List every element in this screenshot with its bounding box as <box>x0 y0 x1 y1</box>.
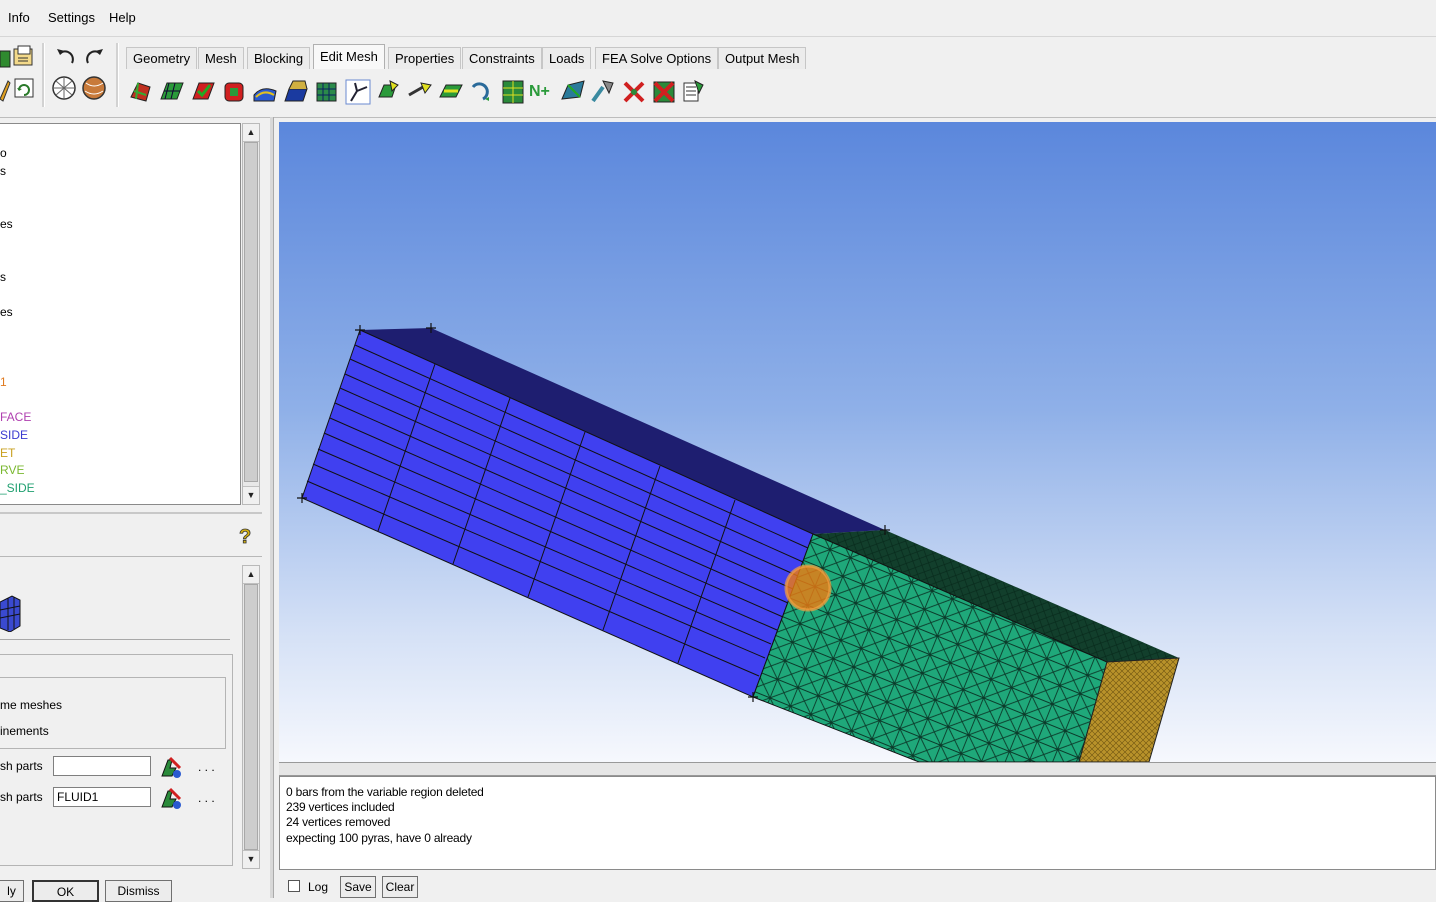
mesh-parts-input-2[interactable]: FLUID1 <box>53 787 151 807</box>
checkbox-group <box>0 677 226 749</box>
viewport-splitter[interactable] <box>279 762 1436 776</box>
tab-loads[interactable]: Loads <box>542 47 592 69</box>
ellipsis-button-2[interactable]: . . . <box>198 791 215 805</box>
tree-item-part[interactable]: SIDE <box>0 428 28 442</box>
clear-log-button[interactable]: Clear <box>382 876 418 898</box>
tab-blocking[interactable]: Blocking <box>247 47 311 69</box>
reorient-mesh-icon[interactable] <box>591 77 617 105</box>
splitter[interactable] <box>270 117 274 898</box>
select-parts-icon[interactable] <box>158 785 184 811</box>
svg-text:N+: N+ <box>529 83 550 100</box>
refresh-icon[interactable] <box>12 76 38 102</box>
edit-distribution-icon[interactable] <box>681 77 707 105</box>
save-log-button[interactable]: Save <box>340 876 376 898</box>
separator-line <box>0 639 230 640</box>
panel-divider <box>0 556 262 557</box>
tree-scrollbar[interactable]: ▲ ▼ <box>242 123 260 505</box>
scroll-down-icon[interactable]: ▼ <box>243 486 259 504</box>
message-window: 0 bars from the variable region deleted … <box>279 776 1436 870</box>
ellipsis-button-1[interactable]: . . . <box>198 760 215 774</box>
adjust-mesh-density-icon[interactable] <box>469 77 495 105</box>
tree-item-part[interactable]: RVE <box>0 463 24 477</box>
message-line: 239 vertices included <box>286 800 395 814</box>
tab-fea-solve-options[interactable]: FEA Solve Options <box>595 47 719 69</box>
scroll-thumb[interactable] <box>244 142 258 482</box>
ok-button[interactable]: OK <box>32 880 99 902</box>
menu-bar: Info Settings Help <box>0 0 1436 37</box>
tree-item-part[interactable]: FACE <box>0 410 31 424</box>
options-scrollbar[interactable]: ▲ ▼ <box>242 565 260 869</box>
delete-elements-icon[interactable] <box>651 77 677 105</box>
hexa-mesh-icon[interactable] <box>0 592 22 633</box>
convert-mesh-type-icon[interactable] <box>438 77 464 105</box>
select-parts-icon[interactable] <box>158 754 184 780</box>
renumber-mesh-icon[interactable] <box>500 77 526 105</box>
tab-constraints[interactable]: Constraints <box>462 47 542 69</box>
tree-item[interactable]: s <box>0 270 6 284</box>
message-line: 24 vertices removed <box>286 815 391 829</box>
tree-item-part[interactable]: ET <box>0 446 15 460</box>
graphics-viewport[interactable] <box>279 122 1436 762</box>
scroll-thumb[interactable] <box>244 584 258 850</box>
menu-help[interactable]: Help <box>109 10 136 25</box>
help-icon[interactable]: ? <box>236 524 258 549</box>
refinements-label[interactable]: inements <box>0 724 49 738</box>
message-line: expecting 100 pyras, have 0 already <box>286 831 472 845</box>
solid-sphere-icon[interactable] <box>81 75 107 101</box>
model-tree: o s es s es 1 FACE SIDE ET RVE _SIDE <box>0 123 241 505</box>
tree-item-part[interactable]: 1 <box>0 375 7 389</box>
scroll-up-icon[interactable]: ▲ <box>243 566 259 584</box>
split-mesh-icon[interactable] <box>345 77 371 105</box>
menu-settings[interactable]: Settings <box>48 10 95 25</box>
svg-text:?: ? <box>239 526 251 548</box>
mesh-parts-label-1: sh parts <box>0 759 43 773</box>
smooth-hexa-icon[interactable] <box>252 77 278 105</box>
tab-mesh[interactable]: Mesh <box>198 47 244 69</box>
log-checkbox[interactable] <box>288 880 300 892</box>
tree-item-part[interactable]: _SIDE <box>0 481 35 495</box>
tab-properties[interactable]: Properties <box>388 47 462 69</box>
tree-item[interactable]: es <box>0 305 13 319</box>
tab-output-mesh[interactable]: Output Mesh <box>718 47 807 69</box>
mesh-model <box>297 323 1180 762</box>
wireframe-sphere-icon[interactable] <box>51 75 77 101</box>
repair-mesh-icon[interactable] <box>283 77 309 105</box>
transform-mesh-icon[interactable] <box>407 77 433 105</box>
toolbar-separator <box>42 43 45 107</box>
toolbar-separator <box>116 43 119 107</box>
log-label: Log <box>308 880 329 894</box>
tab-geometry[interactable]: Geometry <box>126 47 198 69</box>
tab-edit-mesh[interactable]: Edit Mesh <box>313 44 385 69</box>
mesh-align-icon[interactable] <box>560 77 586 105</box>
number-plus-icon[interactable]: N+ <box>529 77 555 105</box>
options-panel: me meshes inements sh parts . . . sh par… <box>0 570 238 870</box>
merge-nodes-icon[interactable] <box>314 77 340 105</box>
message-line: 0 bars from the variable region deleted <box>286 785 484 799</box>
create-mesh-icon[interactable] <box>128 77 154 105</box>
move-nodes-icon[interactable] <box>376 77 402 105</box>
volume-meshes-label[interactable]: me meshes <box>0 698 62 712</box>
menu-info[interactable]: Info <box>8 10 30 25</box>
smooth-mesh-icon[interactable] <box>221 77 247 105</box>
mesh-parts-input-1[interactable] <box>53 756 151 776</box>
delete-nodes-icon[interactable] <box>621 77 647 105</box>
check-mesh-icon[interactable] <box>159 77 185 105</box>
tree-item[interactable]: es <box>0 217 13 231</box>
panel-divider <box>0 512 262 514</box>
scroll-up-icon[interactable]: ▲ <box>243 124 259 142</box>
save-file-icon[interactable] <box>12 44 38 70</box>
scroll-down-icon[interactable]: ▼ <box>243 850 259 868</box>
redo-icon[interactable] <box>82 45 108 71</box>
display-mesh-quality-icon[interactable] <box>190 77 216 105</box>
toolbar-area: Geometry Mesh Blocking Edit Mesh Propert… <box>0 37 1436 118</box>
tree-item[interactable]: o <box>0 146 7 160</box>
undo-icon[interactable] <box>52 45 78 71</box>
dismiss-button[interactable]: Dismiss <box>105 880 172 902</box>
tree-item[interactable]: s <box>0 164 6 178</box>
apply-button[interactable]: ly <box>0 880 24 902</box>
mesh-parts-label-2: sh parts <box>0 790 43 804</box>
